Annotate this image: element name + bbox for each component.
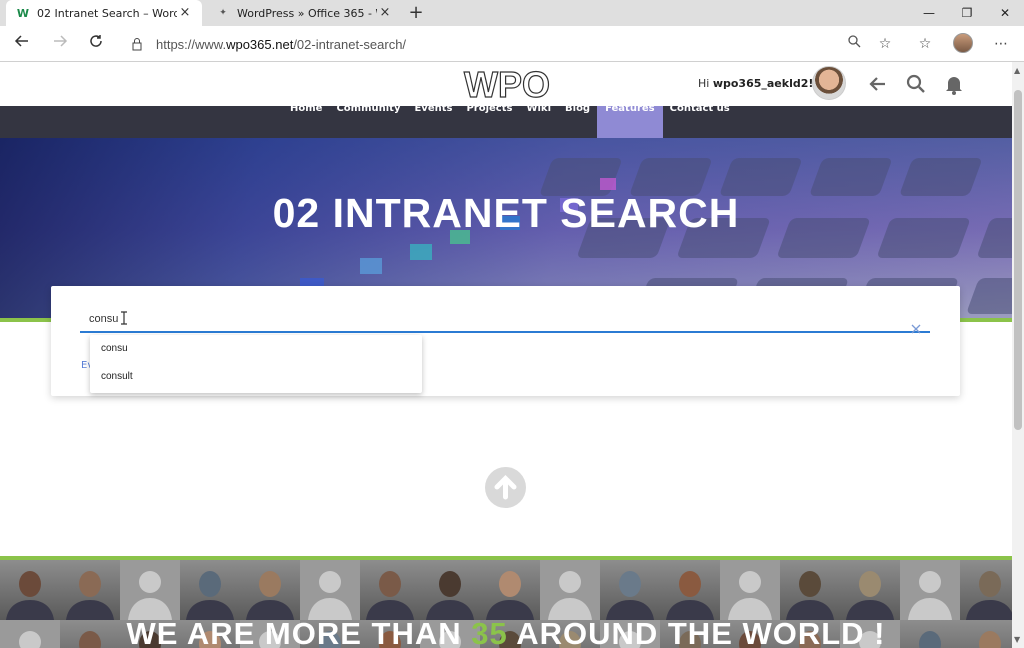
- team-member-portrait: [60, 560, 120, 620]
- menu-item-blog[interactable]: Blog: [558, 104, 597, 138]
- team-member-portrait: [900, 560, 960, 620]
- menu-item-events[interactable]: Events: [407, 104, 459, 138]
- search-card: Ev consu consult: [51, 286, 960, 396]
- team-member-portrait: [120, 560, 180, 620]
- arrow-left-icon[interactable]: [866, 72, 890, 96]
- refresh-button[interactable]: [84, 32, 108, 56]
- team-member-portrait: [420, 560, 480, 620]
- zoom-icon[interactable]: [843, 33, 865, 55]
- team-member-portrait: [300, 560, 360, 620]
- close-tab-icon[interactable]: ×: [378, 6, 392, 20]
- team-member-portrait: [0, 560, 60, 620]
- profile-avatar[interactable]: [953, 33, 973, 53]
- lock-icon: [132, 38, 142, 51]
- main-menu: Home Community Events Projects Wiki Blog…: [0, 104, 1012, 138]
- tab-title: WordPress » Office 365 - WordPress: [237, 6, 377, 20]
- text-cursor-icon: [121, 311, 127, 325]
- menu-item-wiki[interactable]: Wiki: [519, 104, 558, 138]
- url-field[interactable]: https://www.wpo365.net/02-intranet-searc…: [120, 31, 904, 57]
- site-favicon-icon: ✦: [219, 8, 227, 18]
- new-tab-button[interactable]: +: [406, 3, 426, 23]
- arrow-right-icon: [54, 35, 68, 47]
- team-member-portrait: [240, 560, 300, 620]
- scroll-down-icon[interactable]: ▼: [1014, 635, 1020, 644]
- menu-item-contact-us[interactable]: Contact us: [663, 104, 737, 138]
- menu-item-community[interactable]: Community: [329, 104, 407, 138]
- favorites-list-icon[interactable]: ☆: [914, 33, 936, 55]
- page-scrollbar[interactable]: ▲ ▼: [1012, 62, 1024, 648]
- web-page: WPO Hi wpo365_aekld2! Home Community Eve…: [0, 62, 1012, 648]
- suggestion-item[interactable]: consu: [90, 335, 422, 363]
- team-headline: WE ARE MORE THAN 35 AROUND THE WORLD !: [126, 616, 886, 648]
- back-button[interactable]: [10, 32, 34, 56]
- user-avatar[interactable]: [812, 66, 846, 100]
- tab-title: 02 Intranet Search – WordPress ×: [37, 6, 177, 20]
- team-member-portrait: [360, 560, 420, 620]
- suggestion-item[interactable]: consult: [90, 363, 422, 391]
- search-suggestions: consu consult: [90, 335, 422, 393]
- minimize-button[interactable]: —: [910, 0, 948, 26]
- more-menu-icon[interactable]: ⋯: [990, 33, 1012, 55]
- scroll-up-icon[interactable]: ▲: [1014, 66, 1020, 75]
- search-input[interactable]: [80, 307, 930, 333]
- favorite-star-icon[interactable]: ☆: [874, 33, 896, 55]
- browser-tab-bar: W 02 Intranet Search – WordPress × × ✦ W…: [0, 0, 1024, 26]
- wpo-logo[interactable]: WPO: [460, 66, 555, 102]
- url-text: https://www.wpo365.net/02-intranet-searc…: [156, 36, 407, 52]
- restore-button[interactable]: ❐: [948, 0, 986, 26]
- bell-icon[interactable]: [942, 72, 966, 96]
- close-tab-icon[interactable]: ×: [178, 6, 192, 20]
- menu-item-projects[interactable]: Projects: [459, 104, 519, 138]
- close-window-button[interactable]: ✕: [986, 0, 1024, 26]
- team-member-portrait: [960, 560, 1012, 620]
- team-member-portrait: [720, 560, 780, 620]
- back-to-top-button[interactable]: [485, 467, 526, 508]
- team-member-portrait: [660, 560, 720, 620]
- search-icon[interactable]: [904, 72, 928, 96]
- user-greeting: Hi wpo365_aekld2!: [698, 77, 814, 90]
- tab-intranet-search[interactable]: W 02 Intranet Search – WordPress × ×: [6, 0, 202, 26]
- team-member-portrait: [180, 560, 240, 620]
- menu-item-features[interactable]: Features: [597, 104, 663, 138]
- address-bar: https://www.wpo365.net/02-intranet-searc…: [0, 26, 1024, 62]
- team-member-portrait: [480, 560, 540, 620]
- team-member-portrait: [600, 560, 660, 620]
- refresh-icon: [90, 35, 102, 47]
- team-member-portrait: [840, 560, 900, 620]
- page-title: 02 INTRANET SEARCH: [272, 190, 740, 236]
- arrow-left-icon: [14, 35, 28, 47]
- team-member-portrait: [780, 560, 840, 620]
- scroll-thumb[interactable]: [1014, 90, 1022, 430]
- svg-text:WPO: WPO: [464, 66, 550, 102]
- arrow-up-icon: [494, 474, 517, 500]
- team-member-portrait: [540, 560, 600, 620]
- wordpress-favicon-icon: W: [16, 6, 30, 20]
- site-header: WPO Hi wpo365_aekld2!: [0, 62, 1012, 106]
- forward-button[interactable]: [48, 32, 72, 56]
- menu-item-home[interactable]: Home: [283, 104, 329, 138]
- tab-wordpress-office365[interactable]: ✦ WordPress » Office 365 - WordPress ×: [206, 0, 402, 26]
- team-photo-band: WE ARE MORE THAN 35 AROUND THE WORLD !: [0, 556, 1012, 648]
- close-icon[interactable]: [909, 322, 923, 336]
